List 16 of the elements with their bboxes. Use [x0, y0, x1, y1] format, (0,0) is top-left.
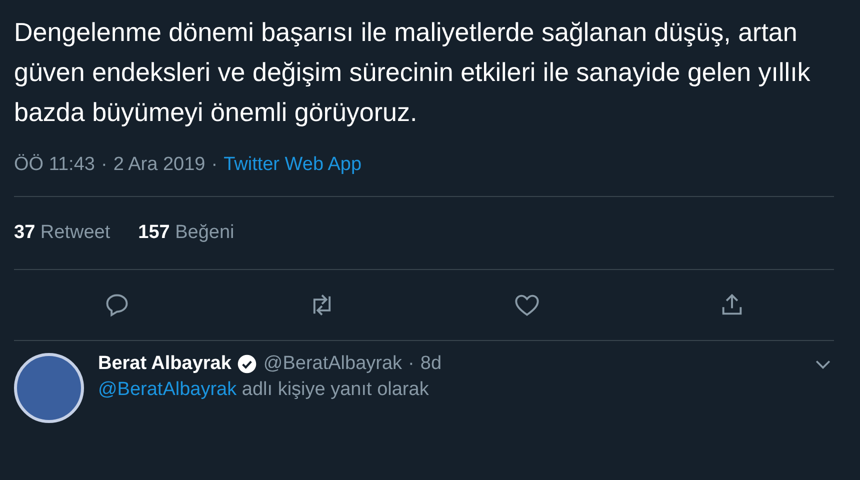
tweet-time: ÖÖ 11:43	[14, 154, 95, 176]
author-name[interactable]: Berat Albayrak	[98, 353, 232, 375]
stat-link[interactable]: 157 Beğeni	[138, 222, 234, 244]
stat-link[interactable]: 37 Retweet	[14, 222, 110, 244]
source-link[interactable]: Twitter Web App	[224, 154, 362, 176]
separator-dot: ·	[100, 154, 108, 176]
mention-link[interactable]: @BeratAlbayrak	[98, 379, 237, 400]
separator-dot: ·	[211, 154, 218, 176]
tweet-text: Dengelenme dönemi başarısı ile maliyetlerde sağlanan düşüş, artan güven endeksleri ve değişim sürecinin etkileri ile sanayide gelen yıllık bazda büyümeyi önemli görüyoruz.	[14, 16, 812, 129]
tweet-age: 8d	[420, 353, 442, 375]
tweet-date: 2 Ara 2019	[113, 154, 206, 176]
replying-to-text: @BeratAlbayrak adlı kişiye yanıt olarak	[98, 379, 430, 401]
heart-icon	[514, 292, 540, 318]
author-handle: @BeratAlbayrak	[263, 353, 402, 375]
speech-bubble-icon	[104, 292, 130, 318]
separator-dot: ·	[408, 353, 414, 375]
